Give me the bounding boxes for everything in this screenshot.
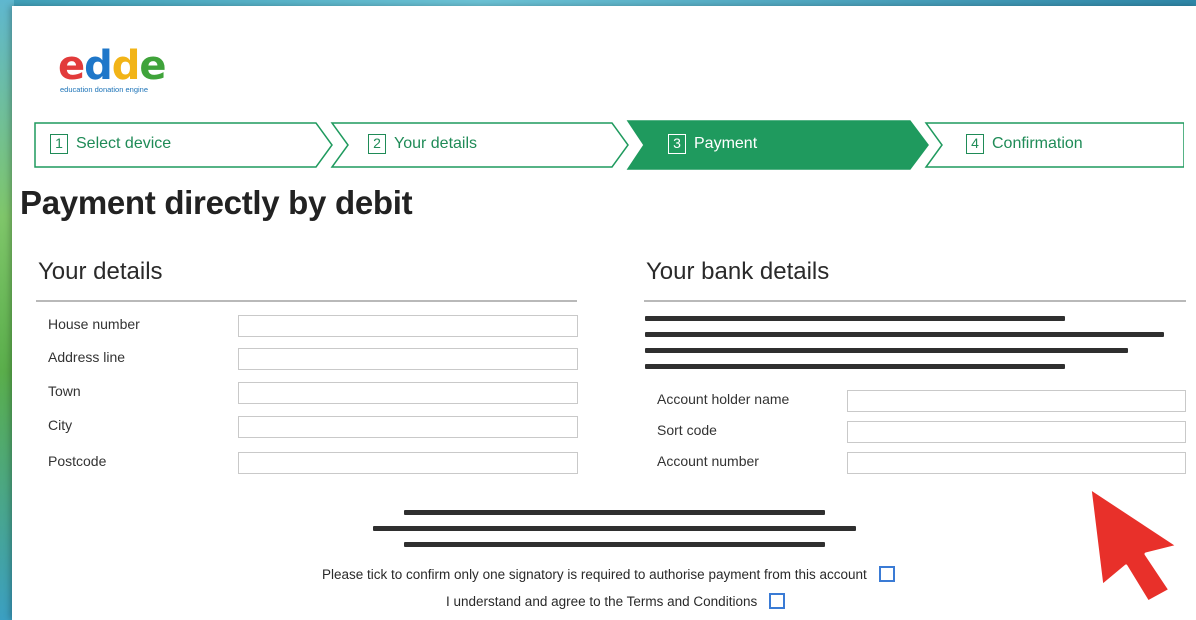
step-label: Select device xyxy=(76,135,172,152)
town-label: Town xyxy=(48,383,81,399)
step-number: 2 xyxy=(368,134,386,154)
terms-checkbox[interactable] xyxy=(769,593,786,609)
signatory-checkbox[interactable] xyxy=(878,566,895,582)
bank-details-heading: Your bank details xyxy=(646,258,830,285)
address-line-input[interactable] xyxy=(238,348,578,370)
step-number: 3 xyxy=(668,134,686,154)
terms-confirmation: I understand and agree to the Terms and … xyxy=(446,593,786,609)
edde-logo: edde education donation engine xyxy=(58,43,167,94)
your-details-divider xyxy=(36,300,577,302)
step-select-device[interactable]: 1 Select device xyxy=(50,133,171,155)
sort-code-label: Sort code xyxy=(657,422,717,438)
step-your-details[interactable]: 2 Your details xyxy=(368,133,477,155)
logo-letter-4: e xyxy=(139,43,166,89)
sort-code-input[interactable] xyxy=(847,421,1186,443)
logo-letter-1: e xyxy=(58,43,85,89)
redacted-text-line xyxy=(373,526,856,531)
redacted-text-line xyxy=(404,510,825,515)
step-label: Payment xyxy=(694,135,758,152)
address-line-label: Address line xyxy=(48,349,126,365)
redacted-text-line xyxy=(404,542,825,547)
house-number-label: House number xyxy=(48,316,140,332)
step-number: 4 xyxy=(966,134,984,154)
step-label: Your details xyxy=(394,135,478,152)
terms-confirmation-text: I understand and agree to the Terms and … xyxy=(446,593,758,609)
postcode-label: Postcode xyxy=(48,453,107,469)
step-confirmation[interactable]: 4 Confirmation xyxy=(966,133,1083,155)
step-number: 1 xyxy=(50,134,68,154)
account-holder-label: Account holder name xyxy=(657,391,790,407)
redacted-text-line xyxy=(645,348,1128,353)
logo-letter-2: d xyxy=(84,43,113,89)
account-number-input[interactable] xyxy=(847,452,1186,474)
redacted-text-line xyxy=(645,364,1065,369)
progress-steps: 1 Select device 2 Your details 3 Payment… xyxy=(22,118,1184,171)
city-label: City xyxy=(48,417,73,433)
redacted-text-line xyxy=(645,332,1164,337)
page-title: Payment directly by debit xyxy=(20,184,413,221)
your-details-heading: Your details xyxy=(38,258,163,285)
town-input[interactable] xyxy=(238,382,578,404)
account-holder-input[interactable] xyxy=(847,390,1186,412)
red-pointer-arrow-icon xyxy=(1078,478,1188,613)
redacted-text-line xyxy=(645,316,1065,321)
account-number-label: Account number xyxy=(657,453,759,469)
signatory-confirmation-text: Please tick to confirm only one signator… xyxy=(322,566,867,582)
house-number-input[interactable] xyxy=(238,315,578,337)
bank-details-divider xyxy=(644,300,1186,302)
logo-letter-3: d xyxy=(111,43,141,89)
step-label: Confirmation xyxy=(992,135,1083,152)
postcode-input[interactable] xyxy=(238,452,578,474)
step-payment[interactable]: 3 Payment xyxy=(668,133,757,155)
signatory-confirmation: Please tick to confirm only one signator… xyxy=(322,566,895,582)
logo-wordmark: edde xyxy=(58,43,167,89)
city-input[interactable] xyxy=(238,416,578,438)
